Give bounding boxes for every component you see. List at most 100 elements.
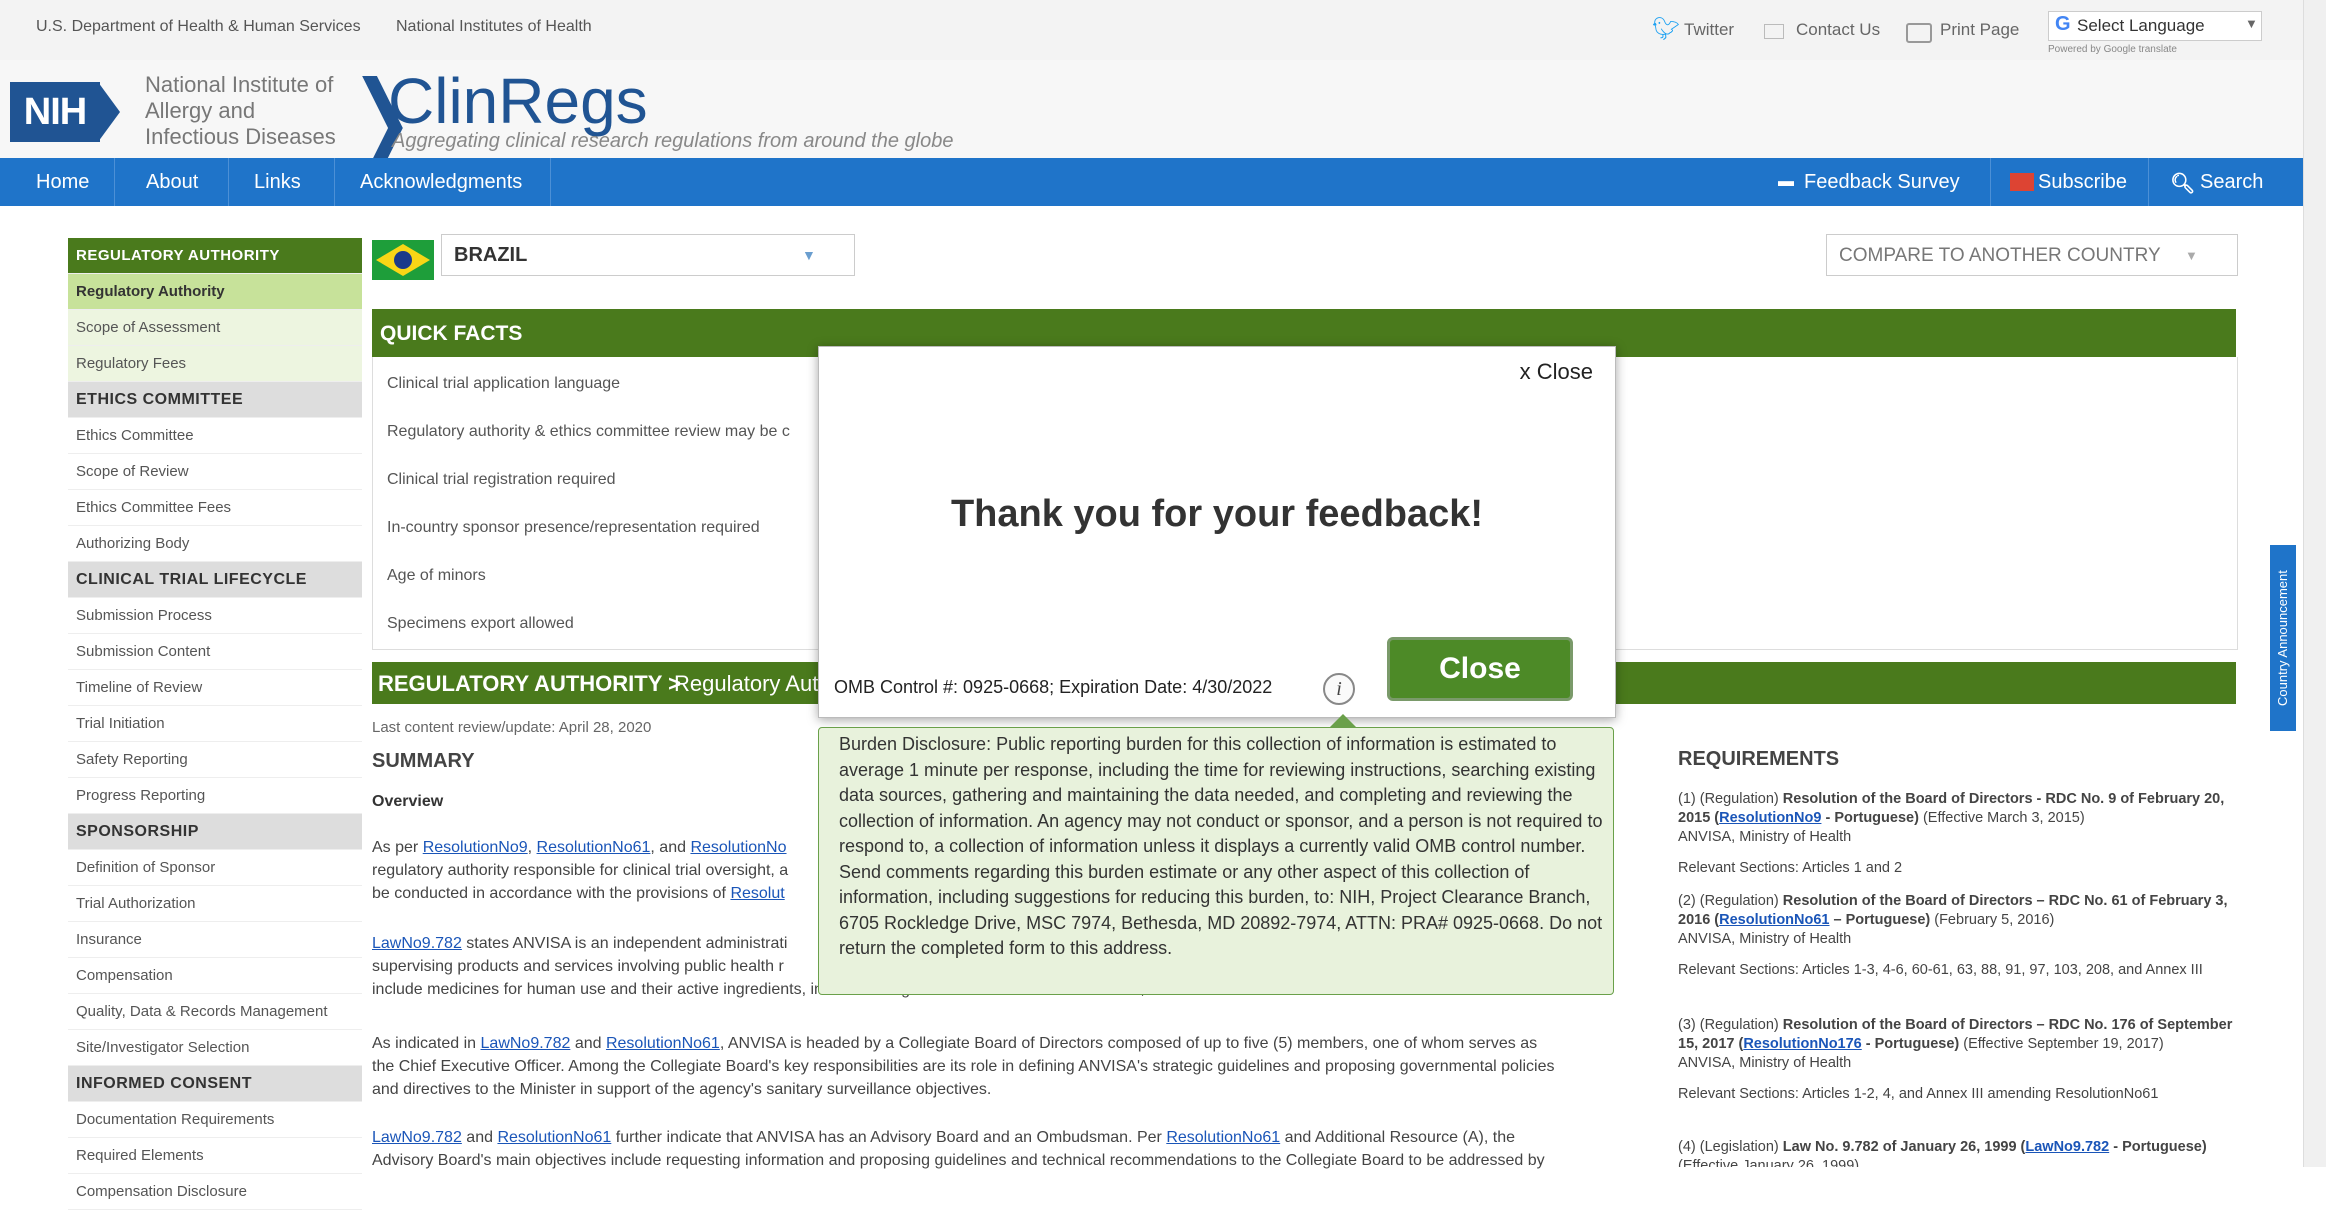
sidebar-item[interactable]: Submission Content <box>68 634 362 670</box>
text: and <box>574 1035 602 1052</box>
modal-close-link[interactable]: x Close <box>1520 359 1593 385</box>
sidebar-item[interactable]: Trial Initiation <box>68 706 362 742</box>
resolution-link[interactable]: ResolutionNo <box>690 839 786 856</box>
resolution-link[interactable]: Resolut <box>730 885 784 902</box>
modal-title: Thank you for your feedback! <box>950 493 1484 535</box>
page-scrollbar[interactable] <box>2303 0 2326 1167</box>
sidebar-item[interactable]: Site/Investigator Selection <box>68 1030 362 1066</box>
sidebar-item[interactable]: Quality, Data & Records Management <box>68 994 362 1030</box>
section-subtitle: Regulatory Aut <box>674 671 819 696</box>
search-icon[interactable]: 🔍︎ <box>2170 171 2195 196</box>
hhs-link[interactable]: U.S. Department of Health & Human Servic… <box>36 18 361 36</box>
requirement-org: ANVISA, Ministry of Health <box>1678 931 1852 947</box>
mail-icon[interactable] <box>1764 24 1784 39</box>
sidebar-item[interactable]: Insurance <box>68 922 362 958</box>
institute-name[interactable]: National Institute of Allergy and Infect… <box>145 72 336 150</box>
sidebar-item[interactable]: Authorizing Body <box>68 526 362 562</box>
nav-about[interactable]: About <box>146 171 198 194</box>
nav-divider <box>1990 158 1991 206</box>
sidebar-item[interactable]: Regulatory Fees <box>68 346 362 382</box>
law-link[interactable]: LawNo9.782 <box>372 1129 462 1146</box>
compare-country-select[interactable]: COMPARE TO ANOTHER COUNTRY ▼ <box>1826 234 2238 276</box>
law-link[interactable]: LawNo9.782 <box>372 935 462 952</box>
sidebar-item[interactable]: Trial Authorization <box>68 886 362 922</box>
nih-logo[interactable]: NIH <box>10 82 100 142</box>
sidebar-item[interactable]: Required Elements <box>68 1138 362 1174</box>
sidebar-item[interactable]: Ethics Committee <box>68 418 362 454</box>
language-label: Select Language <box>2077 16 2205 35</box>
subscribe-link[interactable]: Subscribe <box>2038 171 2127 194</box>
paragraph-line: regulatory authority responsible for cli… <box>372 862 789 879</box>
flag-graphic <box>376 244 430 276</box>
language-select[interactable]: G Select Language ▼ <box>2048 11 2262 41</box>
law-link[interactable]: LawNo9.782 <box>481 1035 571 1052</box>
close-button[interactable]: Close <box>1387 637 1573 701</box>
sidebar-section-header: INFORMED CONSENT <box>68 1066 362 1102</box>
search-link[interactable]: Search <box>2200 171 2263 194</box>
sidebar-item[interactable]: Documentation Requirements <box>68 1102 362 1138</box>
site-tagline: Aggregating clinical research regulation… <box>392 130 954 152</box>
sidebar-item[interactable]: Definition of Sponsor <box>68 850 362 886</box>
quick-fact-row: Age of minors <box>387 567 486 584</box>
twitter-link[interactable]: Twitter <box>1684 20 1734 40</box>
text: and <box>466 1129 493 1146</box>
site-header: NIH National Institute of Allergy and In… <box>0 60 2326 172</box>
country-announcement-tab[interactable]: Country Announcement <box>2270 545 2296 731</box>
sidebar-section-header: REGULATORY AUTHORITY <box>68 238 362 274</box>
quick-fact-row: Clinical trial registration required <box>387 471 616 488</box>
printer-icon[interactable] <box>1906 23 1932 43</box>
site-title[interactable]: ClinRegs <box>388 64 648 138</box>
resolution-link[interactable]: ResolutionNo61 <box>497 1129 611 1146</box>
institute-line: Allergy and <box>145 98 256 123</box>
quick-facts-title: QUICK FACTS <box>380 322 523 345</box>
nav-home[interactable]: Home <box>36 171 89 194</box>
nav-acknowledgments[interactable]: Acknowledgments <box>360 171 522 194</box>
sidebar-section-header: ETHICS COMMITTEE <box>68 382 362 418</box>
resolution-link[interactable]: ResolutionNo61 <box>537 839 651 856</box>
resolution-link[interactable]: ResolutionNo9 <box>423 839 528 856</box>
speech-bubble-icon[interactable]: ▬ <box>1778 173 1794 191</box>
sidebar-item[interactable]: Ethics Committee Fees <box>68 490 362 526</box>
text: - Portuguese) <box>1825 810 1919 826</box>
quick-fact-row: Clinical trial application language <box>387 375 621 392</box>
top-utility-bar: U.S. Department of Health & Human Servic… <box>0 0 2326 61</box>
contact-link[interactable]: Contact Us <box>1796 20 1880 40</box>
info-icon[interactable]: i <box>1323 673 1355 705</box>
quick-fact-row: Regulatory authority & ethics committee … <box>387 423 790 440</box>
feedback-modal: x Close Thank you for your feedback! OMB… <box>818 346 1616 718</box>
resolution-link[interactable]: ResolutionNo9 <box>1719 810 1821 826</box>
country-select[interactable]: BRAZIL ▼ <box>441 234 855 276</box>
feedback-survey-link[interactable]: Feedback Survey <box>1804 171 1960 194</box>
paragraph-line: Advisory Board's main objectives include… <box>372 1152 1545 1169</box>
print-link[interactable]: Print Page <box>1940 20 2019 40</box>
sidebar-item[interactable]: Compensation Disclosure <box>68 1174 362 1210</box>
envelope-icon[interactable] <box>2010 173 2034 191</box>
sidebar-item[interactable]: Submission Process <box>68 598 362 634</box>
resolution-link[interactable]: ResolutionNo61 <box>1719 912 1829 928</box>
text: (4) (Legislation) <box>1678 1139 1779 1155</box>
resolution-link[interactable]: ResolutionNo61 <box>1166 1129 1280 1146</box>
main-nav: Home About Links Acknowledgments ▬ Feedb… <box>0 158 2326 206</box>
sidebar-item[interactable]: Compensation <box>68 958 362 994</box>
law-link[interactable]: LawNo9.782 <box>2025 1139 2109 1155</box>
institute-line: Infectious Diseases <box>145 124 336 149</box>
nih-link[interactable]: National Institutes of Health <box>396 18 592 36</box>
sidebar-item[interactable]: Safety Reporting <box>68 742 362 778</box>
sidebar-item[interactable]: Scope of Review <box>68 454 362 490</box>
resolution-link[interactable]: ResolutionNo176 <box>1743 1036 1861 1052</box>
text: and <box>659 839 686 856</box>
chevron-down-icon: ▼ <box>2245 16 2258 31</box>
text: – Portuguese) <box>1833 912 1931 928</box>
omb-control-text: OMB Control #: 0925-0668; Expiration Dat… <box>834 677 1273 697</box>
institute-line: National Institute of <box>145 72 334 97</box>
nav-divider <box>114 158 115 206</box>
sidebar-item[interactable]: Progress Reporting <box>68 778 362 814</box>
resolution-link[interactable]: ResolutionNo61 <box>606 1035 720 1052</box>
sidebar: REGULATORY AUTHORITY Regulatory Authority… <box>68 238 362 1210</box>
sidebar-item[interactable]: Timeline of Review <box>68 670 362 706</box>
twitter-icon[interactable]: 🐦︎ <box>1652 16 1680 42</box>
quick-fact-row: Specimens export allowed <box>387 615 574 632</box>
nav-links[interactable]: Links <box>254 171 301 194</box>
sidebar-item[interactable]: Scope of Assessment <box>68 310 362 346</box>
sidebar-item[interactable]: Regulatory Authority <box>68 274 362 310</box>
